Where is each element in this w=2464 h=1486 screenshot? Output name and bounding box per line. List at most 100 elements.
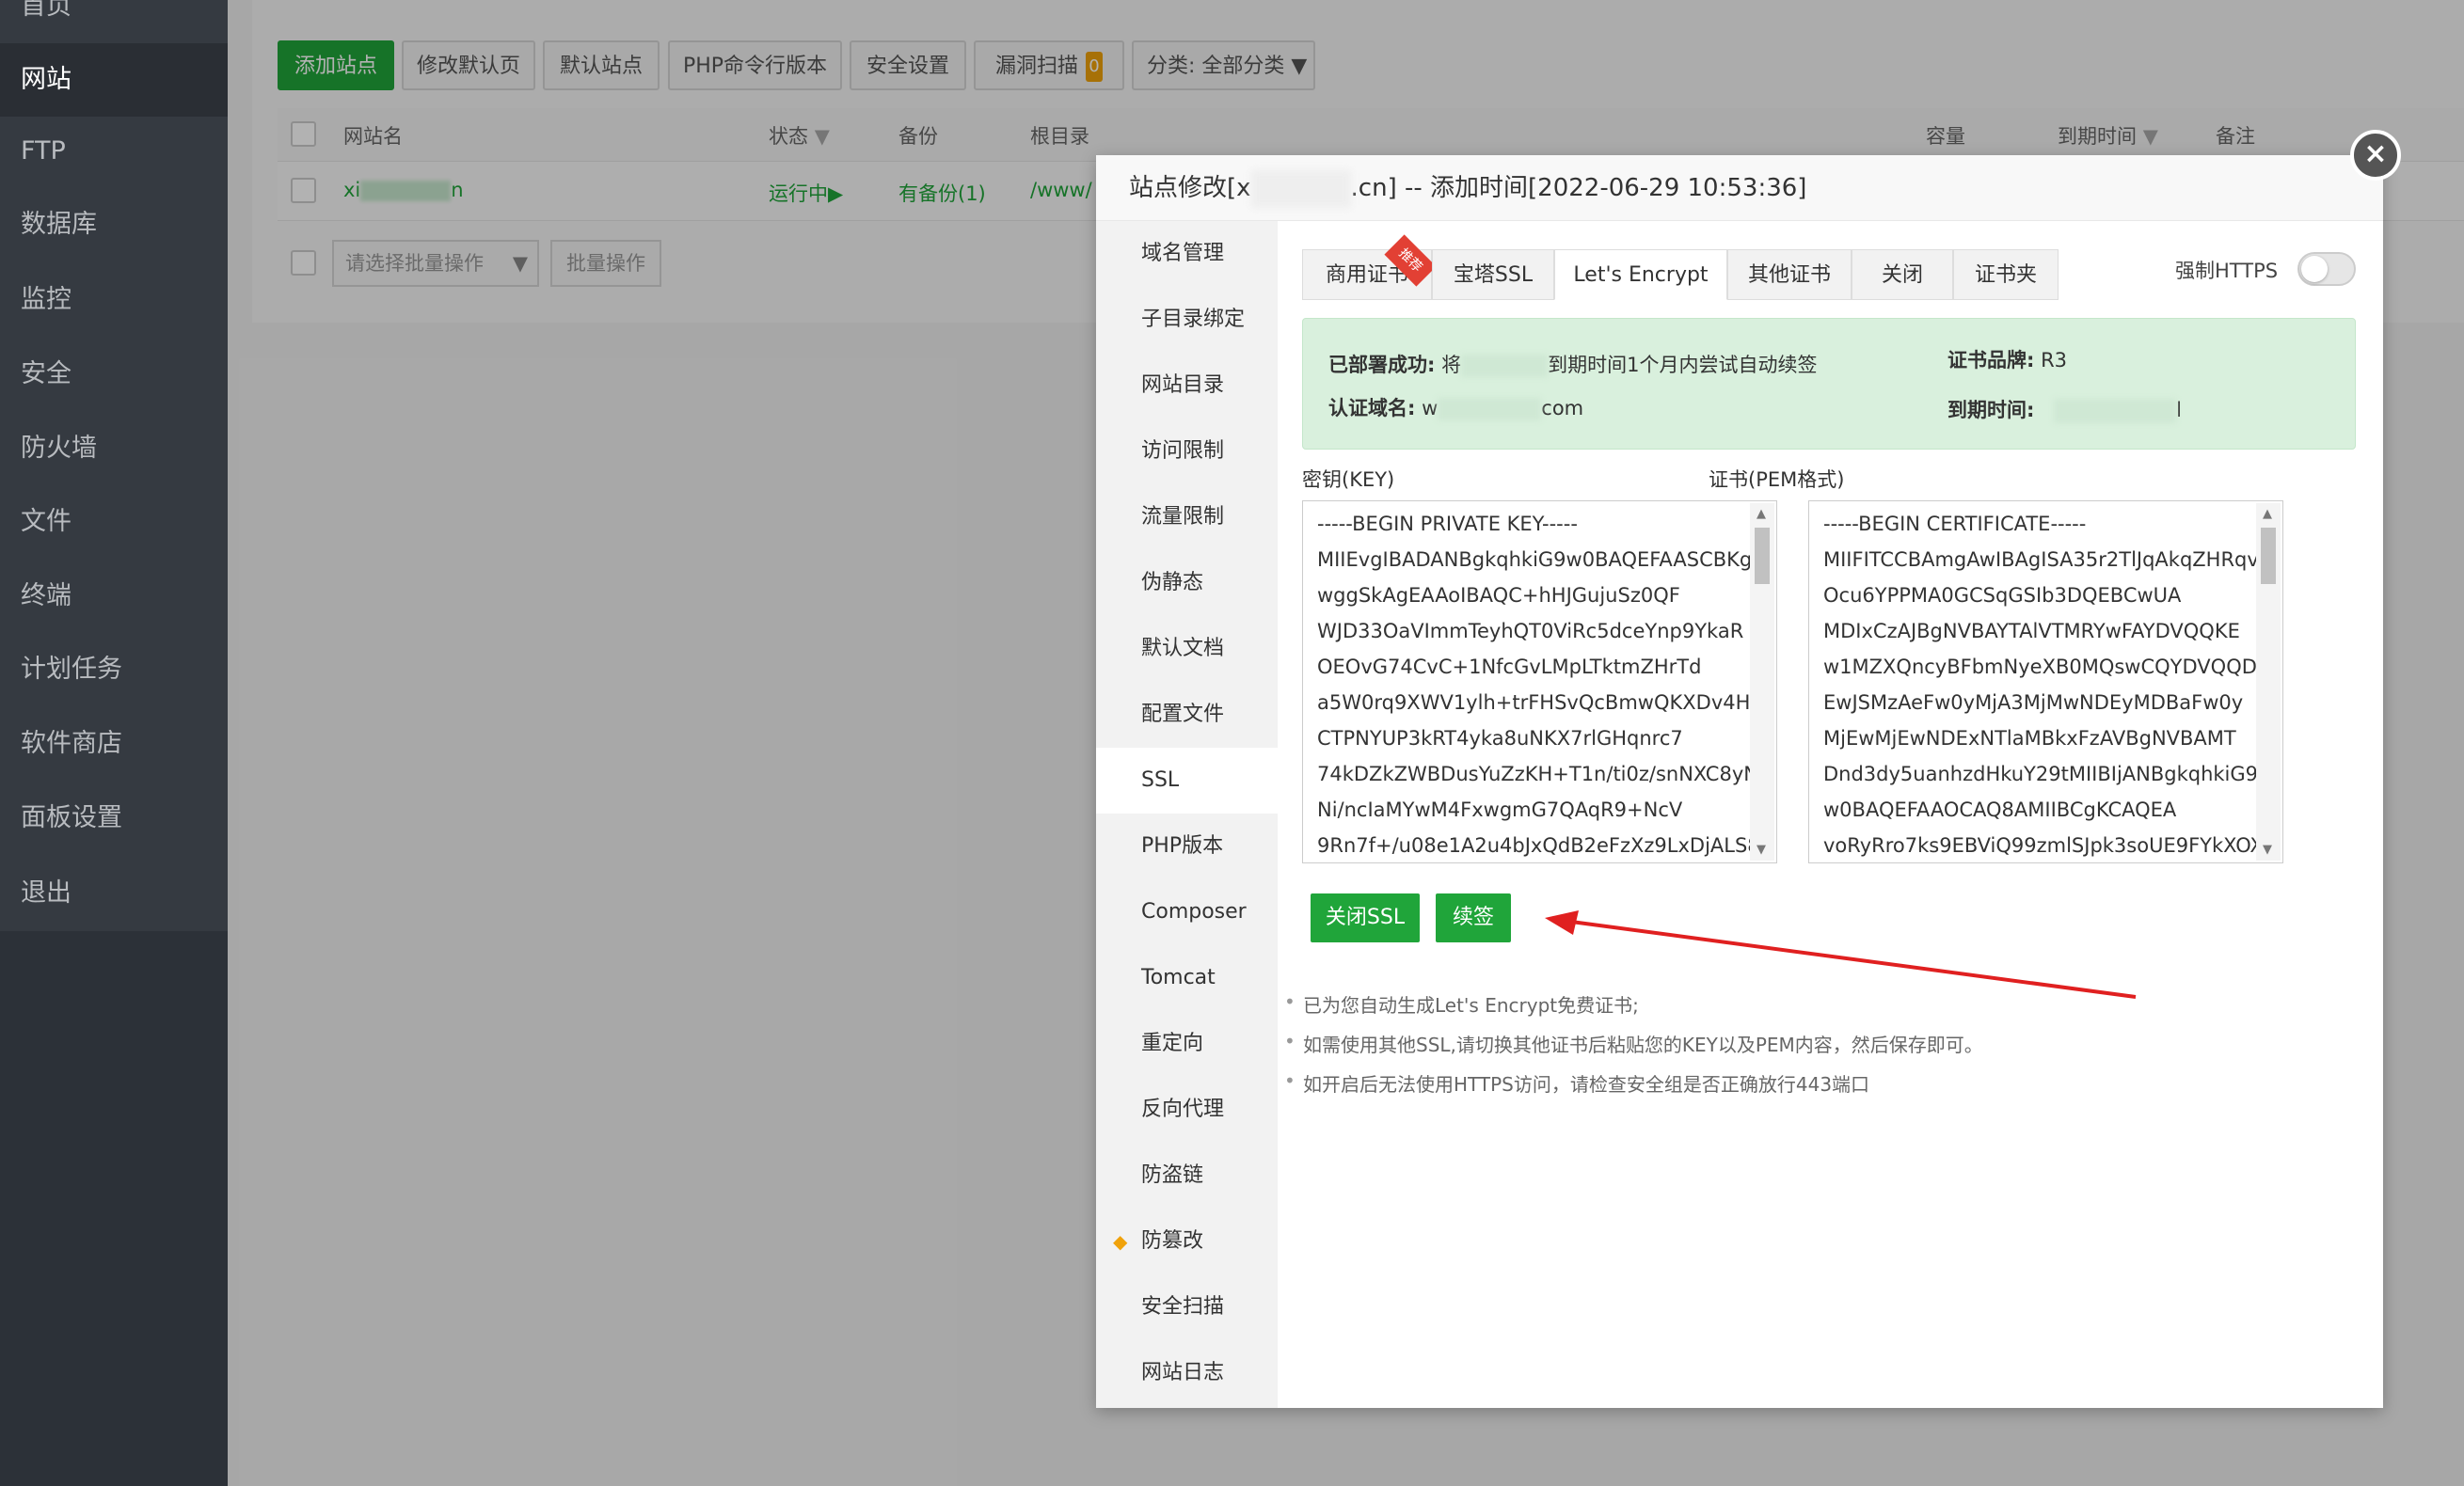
key-line: MIIEvgIBADANBgkqhkiG9w0BAQEFAASCBKg	[1317, 548, 1753, 571]
sidebar-item-monitor[interactable]: 监控	[0, 263, 228, 337]
key-line: 74kDZkZWBDusYuZzKH+T1n/ti0z/snNXC8yN	[1317, 763, 1758, 785]
cert-line: w1MZXQncyBFbmNyeXB0MQswCQYDVQQD	[1823, 656, 2257, 678]
cert-line: w0BAQEFAAOCAQ8AMIIBCgKCAQEA	[1823, 798, 2177, 821]
scroll-down-icon[interactable]: ▼	[1757, 843, 1766, 857]
nav-security-scan[interactable]: 安全扫描	[1096, 1274, 1278, 1340]
sidebar-item-files[interactable]: 文件	[0, 485, 228, 559]
sidebar-item-panel-settings[interactable]: 面板设置	[0, 782, 228, 855]
key-line: Ni/ncIaMYwM4FxwgmG7QAqR9+NcV	[1317, 798, 1683, 821]
tab-cert-folder[interactable]: 证书夹	[1953, 249, 2059, 300]
modal-title-start: 站点修改[x	[1129, 174, 1251, 202]
nav-composer[interactable]: Composer	[1096, 879, 1278, 945]
brand-info: 证书品牌: R3	[1947, 345, 2067, 373]
cert-line: Ocu6YPPMA0GCSqGSIb3DQEBCwUA	[1823, 584, 2182, 607]
sidebar-item-website[interactable]: 网站	[0, 43, 228, 117]
nav-rewrite[interactable]: 伪静态	[1096, 550, 1278, 616]
key-line: 9Rn7f+/u08e1A2u4bJxQdB2eFzXz9LxDjALS8i	[1317, 834, 1766, 857]
scroll-thumb[interactable]	[2261, 528, 2276, 584]
ssl-success-box	[1302, 318, 2356, 450]
close-ssl-button[interactable]: 关闭SSL	[1311, 893, 1420, 942]
deployed-text-start: 将	[1441, 354, 1462, 376]
close-icon[interactable]: ×	[2350, 130, 2401, 181]
nav-reverse-proxy[interactable]: 反向代理	[1096, 1077, 1278, 1143]
domain-label: 认证域名:	[1328, 397, 1416, 419]
modal-nav: 域名管理 子目录绑定 网站目录 访问限制 流量限制 伪静态 默认文档 配置文件 …	[1096, 221, 1278, 1408]
cert-line: EwJSMzAeFw0yMjA3MjMwNDEyMDBaFw0y	[1823, 691, 2244, 714]
expire-label: 到期时间:	[1947, 399, 2035, 421]
key-line: wggSkAgEAAoIBAQC+hHJGujuSz0QF	[1317, 584, 1680, 607]
key-scrollbar[interactable]: ▲ ▼	[1750, 503, 1774, 861]
key-line: CTPNYUP3kRT4yka8uNKX7rlGHqnrc7	[1317, 727, 1683, 750]
note-item: 如需使用其他SSL,请切换其他证书后粘贴您的KEY以及PEM内容，然后保存即可。	[1284, 1030, 1983, 1057]
scroll-down-icon[interactable]: ▼	[2263, 843, 2272, 857]
key-line: WJD33OaVImmTeyhQT0ViRc5dceYnp9YkaR	[1317, 620, 1744, 642]
domain-info: 认证域名: w com	[1328, 393, 1583, 421]
sidebar-item-ftp[interactable]: FTP	[0, 115, 228, 188]
key-line: a5W0rq9XWV1ylh+trFHSvQcBmwQKXDv4H6	[1317, 691, 1763, 714]
note-item: 已为您自动生成Let's Encrypt免费证书;	[1284, 990, 1639, 1018]
force-https-label: 强制HTTPS	[2175, 260, 2279, 282]
deployed-info: 已部署成功: 将 到期时间1个月内尝试自动续签	[1328, 350, 1817, 378]
force-https-toggle[interactable]	[2297, 252, 2356, 286]
scroll-thumb[interactable]	[1755, 528, 1770, 584]
key-label: 密钥(KEY)	[1302, 468, 1395, 491]
nav-php-version[interactable]: PHP版本	[1096, 814, 1278, 879]
nav-traffic-limit[interactable]: 流量限制	[1096, 484, 1278, 550]
cert-scrollbar[interactable]: ▲ ▼	[2256, 503, 2281, 861]
deployed-label: 已部署成功:	[1328, 354, 1436, 376]
diamond-icon: ◆	[1113, 1230, 1128, 1253]
sidebar-item-terminal[interactable]: 终端	[0, 560, 228, 633]
sidebar-item-database[interactable]: 数据库	[0, 188, 228, 261]
modal-title-end: .cn] -- 添加时间[2022-06-29 10:53:36]	[1350, 174, 1807, 202]
cert-line: MDIxCzAJBgNVBAYTAlVTMRYwFAYDVQQKE	[1823, 620, 2240, 642]
sidebar-menu: 首页 网站 FTP 数据库 监控 安全 防火墙 文件 终端 计划任务 软件商店 …	[0, 0, 228, 931]
key-line: OEOvG74CvC+1NfcGvLMpLTktmZHrTd	[1317, 656, 1702, 678]
domain-value-end: com	[1541, 397, 1584, 419]
arrow-head	[1545, 910, 1579, 935]
tab-lets-encrypt[interactable]: Let's Encrypt	[1554, 249, 1727, 300]
arrow-shaft	[1556, 918, 2137, 999]
sidebar-item-store[interactable]: 软件商店	[0, 707, 228, 781]
cert-line: Dnd3dy5uanhzdHkuY29tMIIBIjANBgkqhkiG9	[1823, 763, 2259, 785]
key-textarea[interactable]: -----BEGIN PRIVATE KEY----- MIIEvgIBADAN…	[1302, 500, 1777, 863]
tab-bt-ssl[interactable]: 宝塔SSL	[1432, 249, 1554, 300]
cert-line: -----BEGIN CERTIFICATE-----	[1823, 513, 2087, 535]
toggle-knob	[2301, 256, 2328, 282]
expire-value: l	[2176, 399, 2182, 421]
domain-value-start: w	[1422, 397, 1439, 419]
deployed-text-end: 到期时间1个月内尝试自动续签	[1548, 354, 1818, 376]
modal-title: 站点修改[x .cn] -- 添加时间[2022-06-29 10:53:36]	[1096, 155, 2383, 221]
nav-default-doc[interactable]: 默认文档	[1096, 616, 1278, 682]
sidebar-item-security[interactable]: 安全	[0, 338, 228, 411]
nav-site-log[interactable]: 网站日志	[1096, 1340, 1278, 1406]
sidebar-item-firewall[interactable]: 防火墙	[0, 412, 228, 485]
nav-redirect[interactable]: 重定向	[1096, 1011, 1278, 1077]
renew-button[interactable]: 续签	[1436, 893, 1511, 942]
nav-tomcat[interactable]: Tomcat	[1096, 945, 1278, 1011]
blurred-region	[2054, 399, 2177, 423]
cert-textarea[interactable]: -----BEGIN CERTIFICATE----- MIIFITCCBAmg…	[1808, 500, 2283, 863]
sidebar-item-logout[interactable]: 退出	[0, 857, 228, 930]
sidebar-item-home[interactable]: 首页	[0, 0, 228, 43]
nav-subdir[interactable]: 子目录绑定	[1096, 287, 1278, 353]
blurred-region	[1438, 398, 1542, 420]
nav-tamper-proof[interactable]: ◆ 防篡改	[1096, 1209, 1278, 1274]
nav-tamper-proof-label: 防篡改	[1141, 1229, 1204, 1253]
tab-other-cert[interactable]: 其他证书	[1727, 249, 1852, 300]
sidebar: 首页 网站 FTP 数据库 监控 安全 防火墙 文件 终端 计划任务 软件商店 …	[0, 0, 228, 1486]
cert-line: MIIFITCCBAmgAwIBAgISA35r2TlJqAkqZHRqv	[1823, 548, 2259, 571]
nav-hotlink[interactable]: 防盗链	[1096, 1143, 1278, 1209]
nav-config-file[interactable]: 配置文件	[1096, 682, 1278, 748]
nav-domain[interactable]: 域名管理	[1096, 221, 1278, 287]
nav-ssl[interactable]: SSL	[1096, 748, 1278, 814]
brand-label: 证书品牌:	[1947, 349, 2035, 372]
scroll-up-icon[interactable]: ▲	[2263, 507, 2272, 521]
scroll-up-icon[interactable]: ▲	[1757, 507, 1766, 521]
nav-site-dir[interactable]: 网站目录	[1096, 353, 1278, 419]
cert-line: MjEwMjEwNDExNTlaMBkxFzAVBgNVBAMT	[1823, 727, 2236, 750]
cert-line: voRyRro7ks9EBViQ99zmlSJpk3soUE9FYkXOX	[1823, 834, 2264, 857]
sidebar-item-cron[interactable]: 计划任务	[0, 633, 228, 706]
tab-close[interactable]: 关闭	[1852, 249, 1953, 300]
nav-access-limit[interactable]: 访问限制	[1096, 419, 1278, 484]
blurred-region	[1250, 169, 1351, 208]
